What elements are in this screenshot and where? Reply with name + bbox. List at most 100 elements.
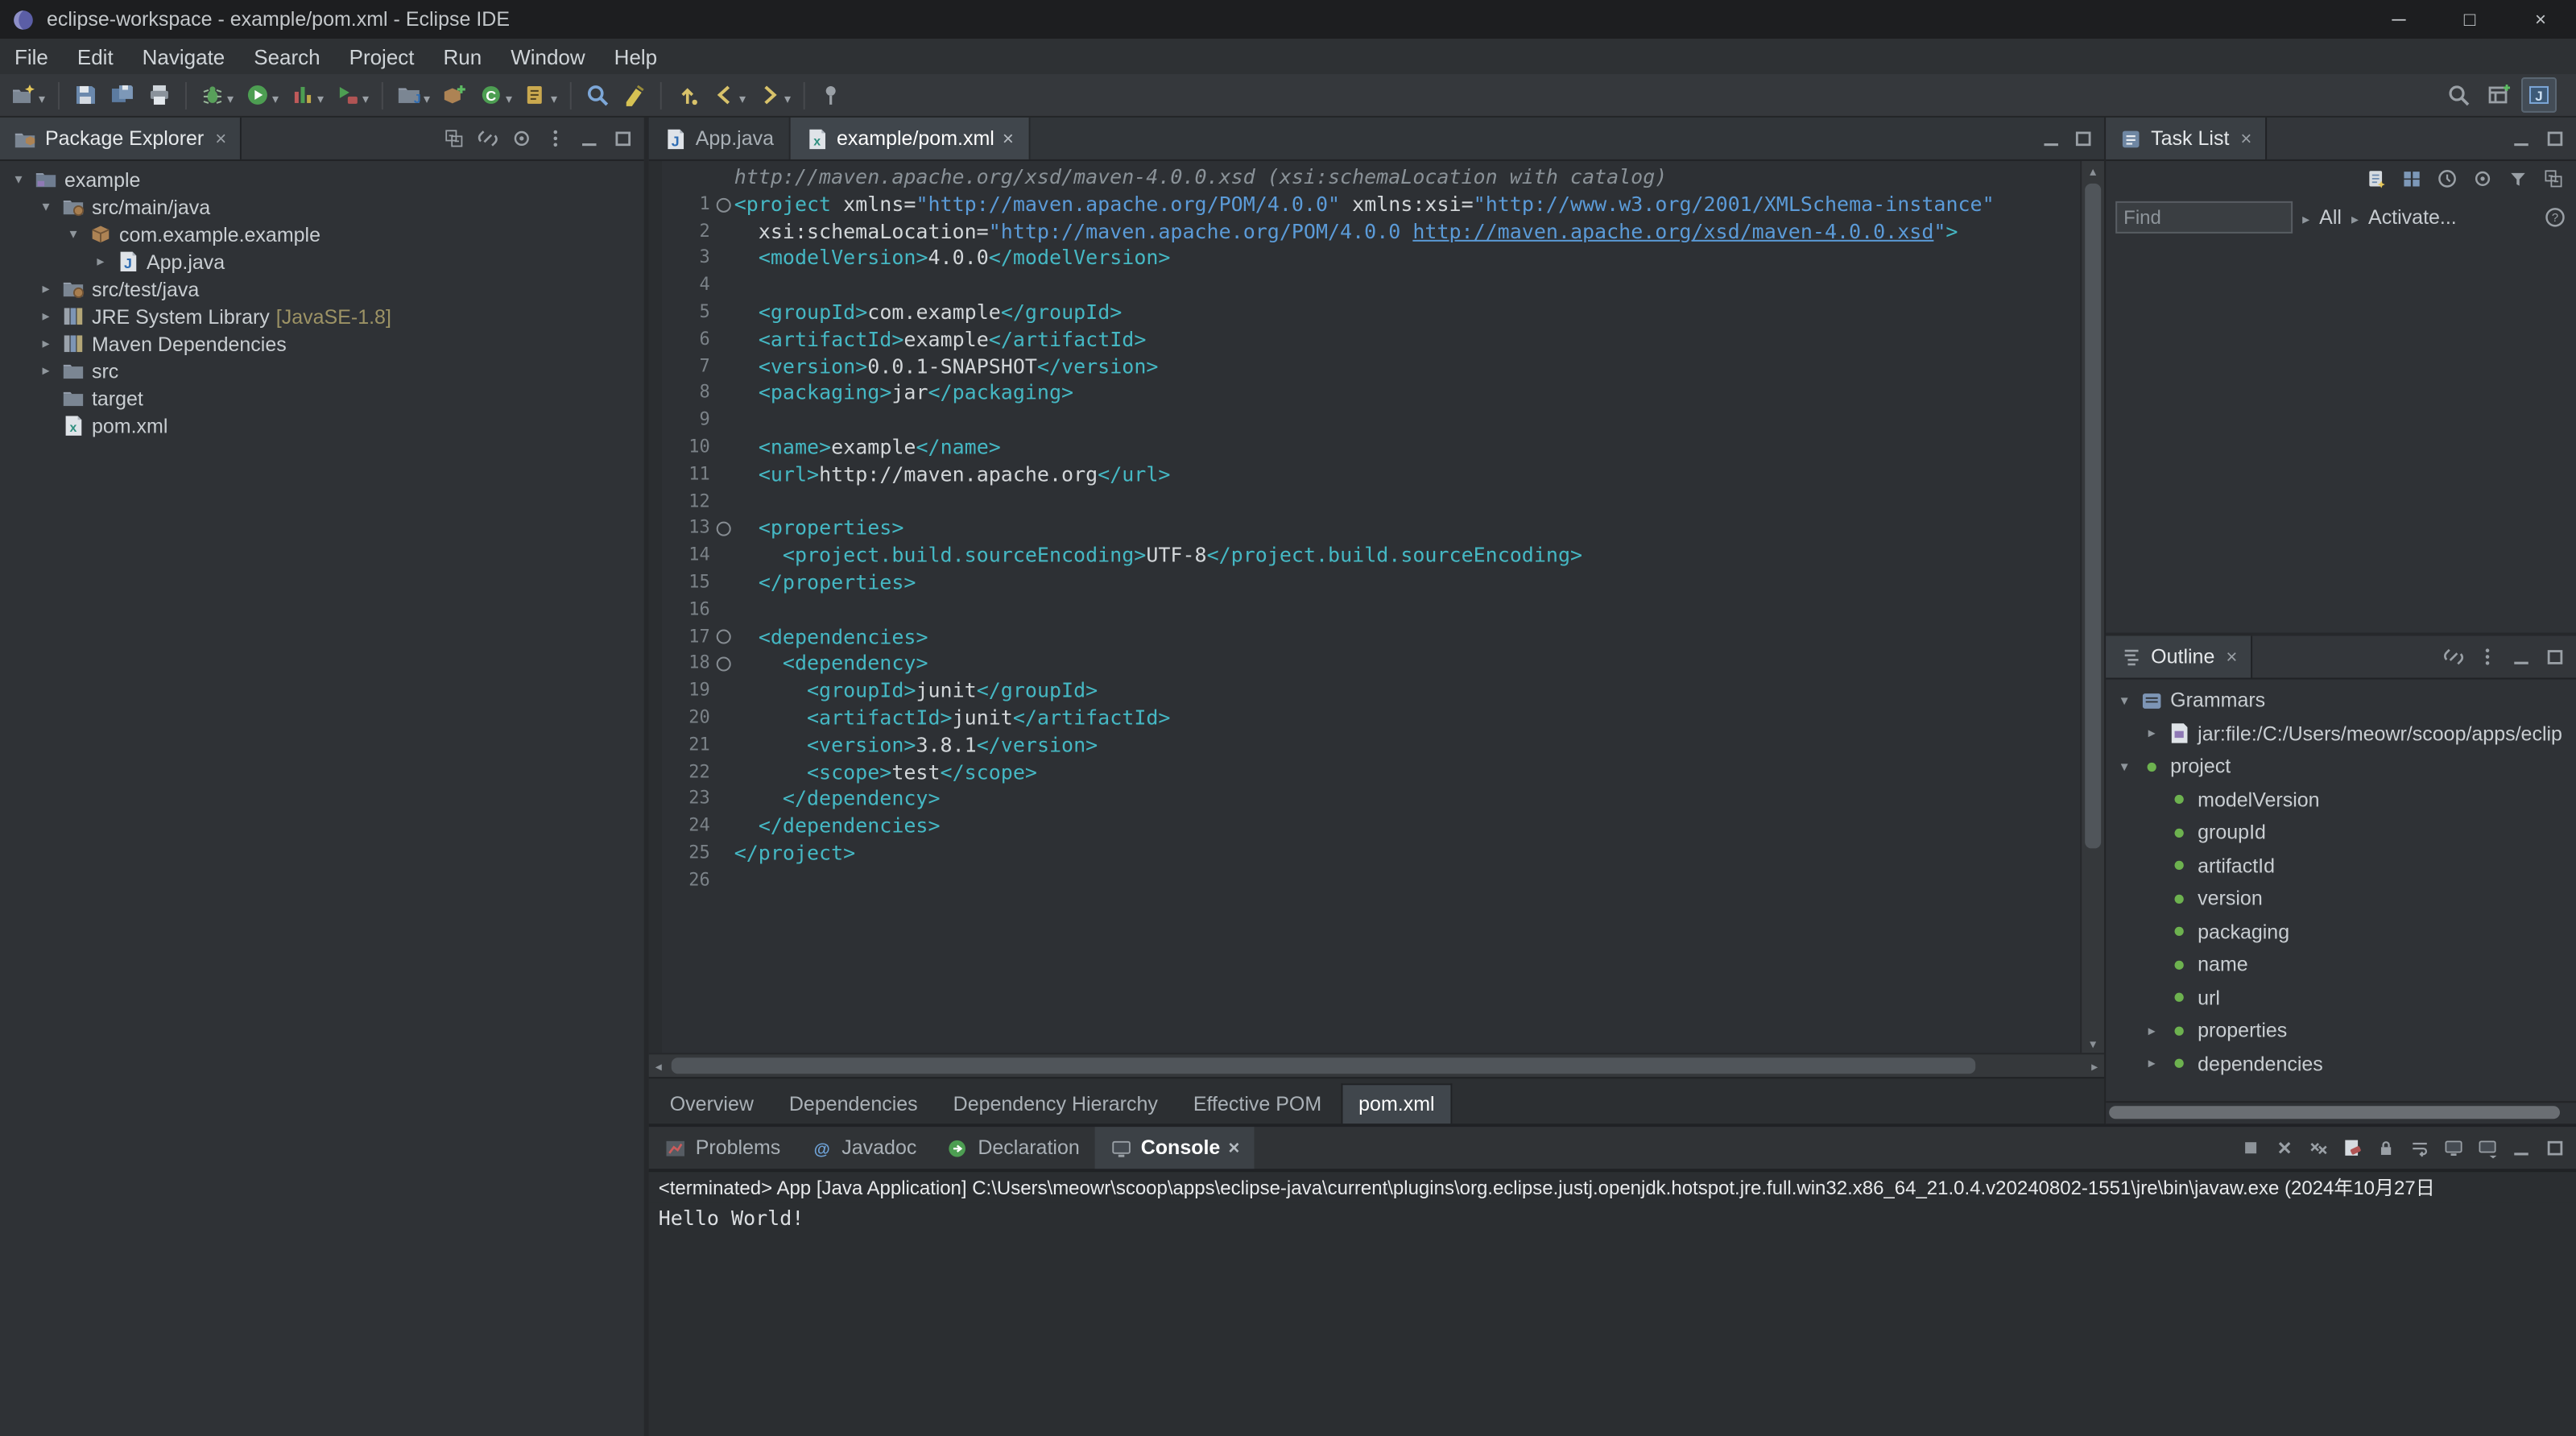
maximize-button[interactable] <box>2539 641 2571 673</box>
back-button[interactable] <box>707 77 750 113</box>
tree-item[interactable]: Grammars <box>2106 685 2576 718</box>
expand-arrow-icon[interactable] <box>2143 1055 2160 1073</box>
save-button[interactable] <box>68 77 103 113</box>
tree-item[interactable]: JRE System Library [JavaSE-1.8] <box>0 303 644 330</box>
tree-item[interactable]: example <box>0 166 644 193</box>
dropdown-arrow-icon[interactable] <box>225 83 234 107</box>
expand-arrow-icon[interactable] <box>64 226 82 243</box>
tree-item[interactable]: url <box>2106 981 2576 1014</box>
tree-item[interactable]: src <box>0 358 644 385</box>
javadoc-view-tab[interactable]: @ Javadoc <box>795 1127 931 1169</box>
forward-button[interactable] <box>752 77 796 113</box>
horizontal-scrollbar[interactable] <box>648 1053 2105 1078</box>
maximize-button[interactable] <box>607 122 639 155</box>
package-explorer-tab[interactable]: Package Explorer <box>0 117 242 159</box>
expand-arrow-icon[interactable] <box>37 198 55 216</box>
minimize-view-button[interactable] <box>2035 122 2067 155</box>
fold-marker-icon[interactable] <box>713 515 734 543</box>
close-tab-icon[interactable] <box>1003 127 1014 150</box>
fold-marker-icon[interactable] <box>713 624 734 652</box>
collapse-all-button[interactable] <box>438 122 470 155</box>
declaration-view-tab[interactable]: Declaration <box>931 1127 1094 1169</box>
tree-item[interactable]: modelVersion <box>2106 783 2576 816</box>
minimize-button[interactable] <box>2505 1132 2537 1164</box>
view-menu-button[interactable] <box>540 122 572 155</box>
scope-all-button[interactable]: All <box>2319 206 2342 229</box>
tree-item[interactable]: jar:file:/C:/Users/meowr/scoop/apps/ecli… <box>2106 718 2576 751</box>
expand-arrow-icon[interactable] <box>92 253 110 271</box>
search-menu[interactable]: Search <box>239 39 334 74</box>
fold-marker-icon[interactable] <box>713 651 734 678</box>
dropdown-arrow-icon[interactable] <box>422 83 430 107</box>
outline-tab[interactable]: Outline <box>2106 635 2252 678</box>
console-view-tab[interactable]: Console <box>1094 1127 1255 1169</box>
java-perspective-button[interactable]: J <box>2521 77 2557 113</box>
tree-item[interactable]: version <box>2106 882 2576 915</box>
tree-item[interactable]: name <box>2106 948 2576 981</box>
maximize-view-button[interactable] <box>2067 122 2099 155</box>
expand-arrow-icon[interactable] <box>2143 1022 2160 1040</box>
dropdown-arrow-icon[interactable] <box>37 83 45 107</box>
window-menu[interactable]: Window <box>496 39 599 74</box>
mark-occurrences-button[interactable] <box>617 77 652 113</box>
focus-button[interactable] <box>506 122 538 155</box>
tree-item[interactable]: Maven Dependencies <box>0 330 644 358</box>
expand-arrow-icon[interactable] <box>10 171 27 188</box>
find-input[interactable] <box>2115 201 2293 234</box>
scroll-up-icon[interactable] <box>2083 161 2103 180</box>
tree-item[interactable]: artifactId <box>2106 849 2576 882</box>
close-view-icon[interactable] <box>212 127 226 150</box>
new-class-button[interactable]: C <box>473 77 517 113</box>
scheduled-button[interactable] <box>2431 163 2463 195</box>
link-with-editor-button[interactable] <box>472 122 504 155</box>
print-button[interactable] <box>142 77 177 113</box>
scrollbar-track[interactable] <box>2082 180 2104 1033</box>
minimize-window-button[interactable]: ─ <box>2363 0 2434 39</box>
tree-item[interactable]: src/test/java <box>0 275 644 303</box>
close-view-icon[interactable] <box>2222 646 2237 668</box>
overview-page-tab[interactable]: Overview <box>654 1085 770 1124</box>
help-icon[interactable]: ? <box>2544 206 2566 229</box>
scrollbar-track[interactable] <box>668 1054 2085 1077</box>
outline-tree[interactable]: Grammars jar:file:/C:/Users/meowr/scoop/… <box>2106 680 2576 1102</box>
problems-view-tab[interactable]: Problems <box>649 1127 796 1169</box>
categorized-button[interactable] <box>2396 163 2428 195</box>
console-output[interactable]: Hello World! <box>648 1202 2576 1436</box>
dropdown-arrow-icon[interactable] <box>361 83 369 107</box>
expand-arrow-icon[interactable] <box>2115 758 2133 776</box>
edit-menu[interactable]: Edit <box>63 39 128 74</box>
remove-launch-button[interactable] <box>2268 1132 2301 1164</box>
tree-item[interactable]: target <box>0 385 644 412</box>
effective-pom-page-tab[interactable]: Effective POM <box>1177 1085 1338 1124</box>
tree-item[interactable]: x pom.xml <box>0 412 644 440</box>
navigate-menu[interactable]: Navigate <box>128 39 240 74</box>
scroll-lock-button[interactable] <box>2370 1132 2402 1164</box>
save-all-button[interactable] <box>105 77 140 113</box>
focus-button[interactable] <box>2466 163 2499 195</box>
tree-item[interactable]: groupId <box>2106 816 2576 849</box>
new-java-project-button[interactable]: J <box>391 77 435 113</box>
collapse-all-button[interactable] <box>2537 163 2570 195</box>
view-menu-button[interactable] <box>2471 641 2504 673</box>
word-wrap-button[interactable] <box>2404 1132 2436 1164</box>
dropdown-arrow-icon[interactable] <box>271 83 279 107</box>
scrollbar-thumb[interactable] <box>671 1057 1975 1074</box>
debug-button[interactable] <box>195 77 238 113</box>
expand-arrow-icon[interactable] <box>37 335 55 353</box>
scrollbar-thumb[interactable] <box>2109 1106 2561 1119</box>
dependency-hierarchy-page-tab[interactable]: Dependency Hierarchy <box>937 1085 1174 1124</box>
dropdown-arrow-icon[interactable] <box>783 83 791 107</box>
search-magnifier-button[interactable] <box>2441 77 2476 113</box>
external-tools-button[interactable] <box>330 77 374 113</box>
task-list-content[interactable] <box>2106 238 2576 633</box>
activate-button[interactable]: Activate... <box>2368 206 2457 229</box>
search-button[interactable] <box>580 77 615 113</box>
expand-arrow-icon[interactable] <box>37 280 55 298</box>
dropdown-arrow-icon[interactable] <box>549 83 557 107</box>
vertical-scrollbar[interactable] <box>2080 160 2105 1053</box>
display-selected-console-button[interactable] <box>2437 1132 2470 1164</box>
run-button[interactable] <box>240 77 283 113</box>
new-task-button[interactable] <box>2360 163 2392 195</box>
minimize-button[interactable] <box>2505 122 2537 155</box>
new-wizard-button[interactable] <box>6 77 50 113</box>
